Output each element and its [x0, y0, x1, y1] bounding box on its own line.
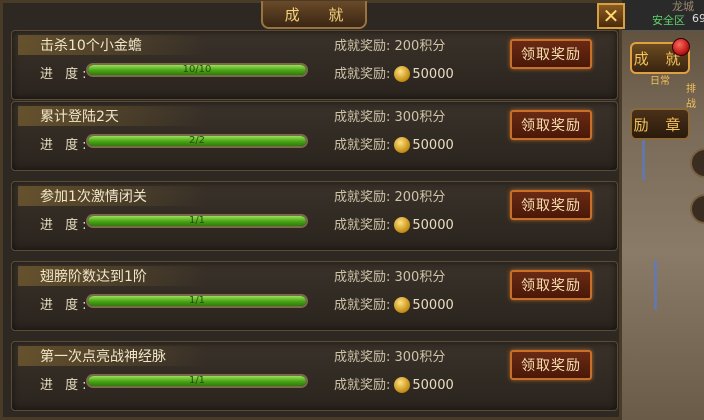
progress-text: 1/1 [188, 375, 206, 386]
claim-reward-button[interactable]: 领取奖励 [510, 350, 592, 380]
panel-title: 成 就 [261, 1, 367, 29]
coordinate-readout: 69 [692, 12, 704, 25]
gold-coin-icon [394, 136, 411, 153]
claim-reward-button[interactable]: 领取奖励 [510, 270, 592, 300]
location-bar: 龙城 安全区 69 [620, 0, 704, 31]
progress-text: 1/1 [188, 295, 206, 306]
reward-points: 成就奖励: 300积分 [334, 110, 446, 125]
progress-label: 进 度: [40, 67, 91, 82]
reward-gold-value: 50000 [412, 298, 454, 313]
progress-bar: 1/1 [86, 374, 308, 388]
progress-bar: 1/1 [86, 214, 308, 228]
achievement-row: 参加1次激情闭关进 度: 1/1 成就奖励: 200积分 成就奖励: 50000 领取奖励 [11, 181, 618, 251]
gold-coin-icon [394, 216, 411, 233]
achievement-name: 累计登陆2天 [40, 109, 119, 125]
achievement-name: 翅膀阶数达到1阶 [40, 269, 147, 285]
claim-reward-button[interactable]: 领取奖励 [510, 110, 592, 140]
reward-gold-value: 50000 [412, 138, 454, 153]
progress-label: 进 度: [40, 138, 91, 153]
notification-dot-icon [672, 38, 690, 56]
reward-gold: 成就奖励: 50000 [334, 63, 454, 83]
reward-gold: 成就奖励: 50000 [334, 294, 454, 314]
scene-decoration [642, 140, 645, 180]
gold-coin-icon [394, 65, 411, 82]
reward-gold-label: 成就奖励: [334, 378, 391, 393]
side-label-challenge: 排战 [686, 84, 696, 110]
close-icon[interactable]: ✕ [597, 3, 625, 29]
progress-text: 1/1 [188, 215, 206, 226]
claim-reward-button[interactable]: 领取奖励 [510, 190, 592, 220]
reward-points: 成就奖励: 300积分 [334, 270, 446, 285]
achievement-name: 第一次点亮战神经脉 [40, 349, 166, 365]
achievement-name: 参加1次激情闭关 [40, 189, 147, 205]
reward-gold-value: 50000 [412, 67, 454, 82]
progress-bar: 10/10 [86, 63, 308, 77]
side-label-daily: 日常 [650, 76, 670, 87]
progress-text: 10/10 [182, 64, 212, 75]
reward-gold-label: 成就奖励: [334, 138, 391, 153]
claim-reward-button[interactable]: 领取奖励 [510, 39, 592, 69]
achievement-row: 累计登陆2天进 度: 2/2 成就奖励: 300积分 成就奖励: 50000 领取奖励 [11, 101, 618, 171]
reward-gold: 成就奖励: 50000 [334, 134, 454, 154]
achievement-name: 击杀10个小金蟾 [40, 38, 142, 54]
reward-gold: 成就奖励: 50000 [334, 374, 454, 394]
reward-points: 成就奖励: 300积分 [334, 350, 446, 365]
achievement-row: 第一次点亮战神经脉进 度: 1/1 成就奖励: 300积分 成就奖励: 50000 领取奖… [11, 341, 618, 411]
achievement-row: 击杀10个小金蟾进 度: 10/10 成就奖励: 200积分 成就奖励: 50000 领取… [11, 30, 618, 100]
progress-label: 进 度: [40, 378, 91, 393]
reward-gold-value: 50000 [412, 218, 454, 233]
reward-gold-label: 成就奖励: [334, 298, 391, 313]
progress-bar: 1/1 [86, 294, 308, 308]
progress-bar: 2/2 [86, 134, 308, 148]
gold-coin-icon [394, 376, 411, 393]
gold-coin-icon [394, 296, 411, 313]
reward-gold-label: 成就奖励: [334, 67, 391, 82]
achievement-row: 翅膀阶数达到1阶进 度: 1/1 成就奖励: 300积分 成就奖励: 50000 领取奖励 [11, 261, 618, 331]
progress-label: 进 度: [40, 298, 91, 313]
side-tab-medal[interactable]: 励 章 [630, 108, 690, 140]
reward-gold-label: 成就奖励: [334, 218, 391, 233]
reward-gold: 成就奖励: 50000 [334, 214, 454, 234]
reward-points: 成就奖励: 200积分 [334, 190, 446, 205]
reward-gold-value: 50000 [412, 378, 454, 393]
safe-zone-label: 安全区 [652, 14, 685, 27]
progress-label: 进 度: [40, 218, 91, 233]
achievement-panel: 成 就 ✕ 击杀10个小金蟾进 度: 10/10 成就奖励: 200积分 成就奖励: 5… [0, 0, 625, 420]
progress-text: 2/2 [188, 135, 206, 146]
reward-points: 成就奖励: 200积分 [334, 39, 446, 54]
scene-decoration [654, 260, 657, 310]
